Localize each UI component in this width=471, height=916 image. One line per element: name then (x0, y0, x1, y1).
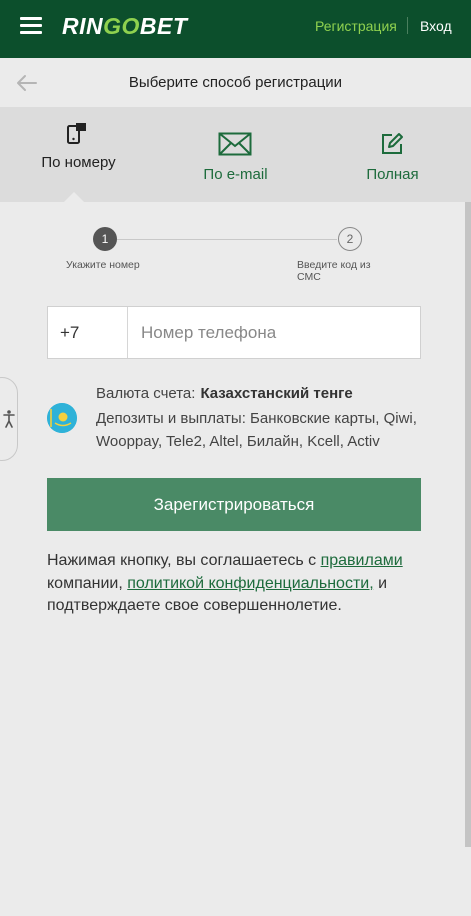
accessibility-button[interactable] (0, 377, 18, 461)
tab-by-phone[interactable]: По номеру (0, 107, 157, 202)
step-1-label: Укажите номер (66, 259, 140, 271)
logo-prefix: RIN (62, 13, 104, 39)
tab-full[interactable]: Полная (314, 107, 471, 202)
tab-by-email[interactable]: По e-mail (157, 107, 314, 202)
active-tab-caret (64, 192, 84, 202)
kazakhstan-flag-icon (47, 403, 77, 433)
steps-line (117, 239, 337, 240)
agreement-text: Нажимая кнопку, вы соглашаетесь с правил… (47, 550, 427, 618)
phone-input[interactable] (129, 307, 420, 358)
registration-tabs: По номеру По e-mail Полная (0, 107, 471, 202)
scrollbar[interactable] (465, 202, 471, 847)
logo-suffix: BET (139, 13, 188, 39)
phone-field: +7 (47, 306, 421, 359)
agreement-text-1: Нажимая кнопку, вы соглашаетесь с (47, 552, 321, 569)
logo-accent: GO (103, 13, 140, 39)
header-divider (407, 17, 408, 34)
tab-label: По e-mail (203, 166, 268, 183)
edit-icon (380, 132, 404, 161)
page-title: Выберите способ регистрации (128, 74, 343, 91)
step-2-indicator: 2 (338, 227, 362, 251)
sub-header: Выберите способ регистрации (0, 58, 471, 107)
logo[interactable]: RINGOBET (62, 13, 187, 40)
envelope-icon (218, 132, 252, 161)
register-button[interactable]: Зарегистрироваться (47, 478, 421, 531)
menu-icon[interactable] (20, 17, 42, 35)
tab-label: Полная (366, 166, 419, 183)
payment-methods: Депозиты и выплаты: Банковские карты, Qi… (96, 410, 417, 450)
accessibility-icon (3, 410, 15, 433)
currency-value: Казахстанский тенге (200, 385, 353, 402)
currency-row: Валюта счета: Казахстанский тенге (96, 385, 353, 402)
step-2-label: Введите код из СМС (297, 259, 371, 283)
privacy-policy-link[interactable]: политикой конфиденциальности, (127, 575, 373, 592)
tab-label: По номеру (41, 154, 116, 171)
rules-link[interactable]: правилами (321, 552, 403, 569)
step-1-indicator: 1 (93, 227, 117, 251)
currency-label: Валюта счета: (96, 385, 196, 402)
phone-icon (66, 121, 88, 150)
top-bar: RINGOBET Регистрация Вход (0, 0, 471, 58)
country-code-select[interactable]: +7 (48, 307, 128, 358)
login-link[interactable]: Вход (420, 18, 452, 34)
agreement-text-2: компании, (47, 574, 128, 592)
register-link[interactable]: Регистрация (315, 18, 397, 34)
